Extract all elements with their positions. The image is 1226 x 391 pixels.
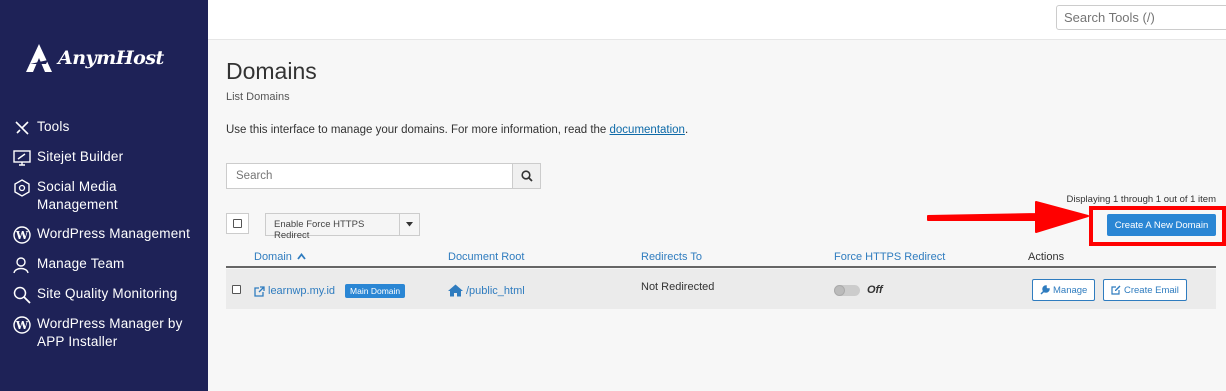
sidebar-item-label: Social Media Management [37, 179, 118, 212]
sort-asc-icon [297, 253, 306, 260]
domain-cell: learnwp.my.id Main Domain [254, 284, 406, 298]
toggle-state-label: Off [867, 284, 883, 296]
external-link-icon [254, 285, 265, 297]
page-title: Domains [226, 58, 317, 84]
main-domain-badge: Main Domain [345, 284, 406, 298]
edit-icon [1111, 285, 1121, 295]
description-end: . [684, 124, 689, 136]
sidebar-item-label: Site Quality Monitoring [37, 286, 178, 301]
sidebar-item-sitejet[interactable]: Sitejet Builder [0, 148, 208, 167]
sidebar-item-label: WordPress Manager by APP Installer [37, 316, 183, 349]
document-root-link[interactable]: /public_html [466, 285, 525, 297]
search-icon [520, 170, 533, 182]
sidebar-item-tools[interactable]: Tools [0, 118, 208, 137]
row-checkbox[interactable] [232, 285, 241, 294]
logo-icon [26, 44, 52, 72]
create-new-domain-button[interactable]: Create A New Domain [1107, 214, 1216, 236]
header-domain-label: Domain [254, 251, 292, 263]
svg-text:W: W [15, 229, 29, 242]
header-document-root[interactable]: Document Root [448, 251, 524, 263]
domain-link[interactable]: learnwp.my.id [268, 285, 335, 297]
svg-text:W: W [15, 319, 29, 332]
tools-icon [12, 118, 32, 137]
redirects-to-cell: Not Redirected [641, 281, 715, 293]
header-actions: Actions [1028, 251, 1065, 263]
wordpress-icon: W [12, 315, 32, 334]
sidebar-item-site-quality[interactable]: Site Quality Monitoring [0, 285, 208, 304]
page-subtitle: List Domains [226, 91, 290, 103]
sidebar-item-label: Sitejet Builder [37, 149, 124, 164]
wrench-icon [1040, 285, 1050, 295]
checkbox-box [232, 285, 241, 294]
manage-button[interactable]: Manage [1032, 279, 1096, 301]
documentation-link[interactable]: documentation [610, 124, 685, 136]
document-root-cell: /public_html [448, 284, 525, 297]
create-email-button[interactable]: Create Email [1103, 279, 1187, 301]
logo-text: AnymHost [58, 47, 164, 69]
quality-search-icon [12, 285, 32, 304]
checkbox-box [233, 219, 242, 228]
select-all-checkbox[interactable] [226, 213, 249, 234]
page-description: Use this interface to manage your domain… [226, 124, 688, 136]
bulk-action-button[interactable]: Enable Force HTTPS Redirect [265, 213, 420, 241]
table-row: learnwp.my.id Main Domain /public_html N… [226, 269, 1216, 309]
sidebar-item-label: WordPress Management [37, 226, 191, 241]
sidebar: AnymHost Tools Sitejet Builder Social Me… [0, 0, 208, 391]
toggle-knob [834, 284, 845, 296]
sidebar-item-wordpress-management[interactable]: W WordPress Management [0, 225, 208, 244]
description-text: Use this interface to manage your domain… [226, 124, 610, 136]
sidebar-item-social-media[interactable]: Social Media Management [0, 178, 208, 214]
search-input[interactable] [226, 163, 513, 189]
manage-label: Manage [1053, 284, 1088, 296]
header-domain[interactable]: Domain [254, 251, 306, 263]
create-email-label: Create Email [1124, 284, 1179, 296]
search-button[interactable] [512, 163, 541, 189]
sidebar-item-wordpress-manager[interactable]: W WordPress Manager by APP Installer [0, 315, 208, 351]
sidebar-item-label: Tools [37, 119, 70, 134]
search-tools-input[interactable] [1056, 5, 1226, 30]
header-force-https[interactable]: Force HTTPS Redirect [834, 251, 945, 263]
home-icon [448, 284, 463, 297]
sidebar-item-label: Manage Team [37, 256, 125, 271]
social-media-icon [12, 178, 32, 197]
sidebar-item-manage-team[interactable]: Manage Team [0, 255, 208, 274]
domain-search [226, 163, 541, 189]
brand-logo[interactable]: AnymHost [24, 40, 164, 76]
table-header: Domain Document Root Redirects To Force … [226, 241, 1216, 268]
force-https-toggle[interactable] [834, 284, 860, 296]
chevron-down-icon[interactable] [400, 214, 419, 235]
bulk-action-label: Enable Force HTTPS Redirect [266, 214, 400, 241]
sidebar-nav: Tools Sitejet Builder Social Media Manag… [0, 118, 208, 362]
team-icon [12, 255, 32, 274]
wordpress-icon: W [12, 225, 32, 244]
sitejet-icon [12, 148, 32, 167]
annotation-arrow [927, 201, 1089, 233]
top-bar [208, 0, 1226, 40]
force-https-cell: Off [834, 284, 883, 296]
header-redirects-to[interactable]: Redirects To [641, 251, 702, 263]
